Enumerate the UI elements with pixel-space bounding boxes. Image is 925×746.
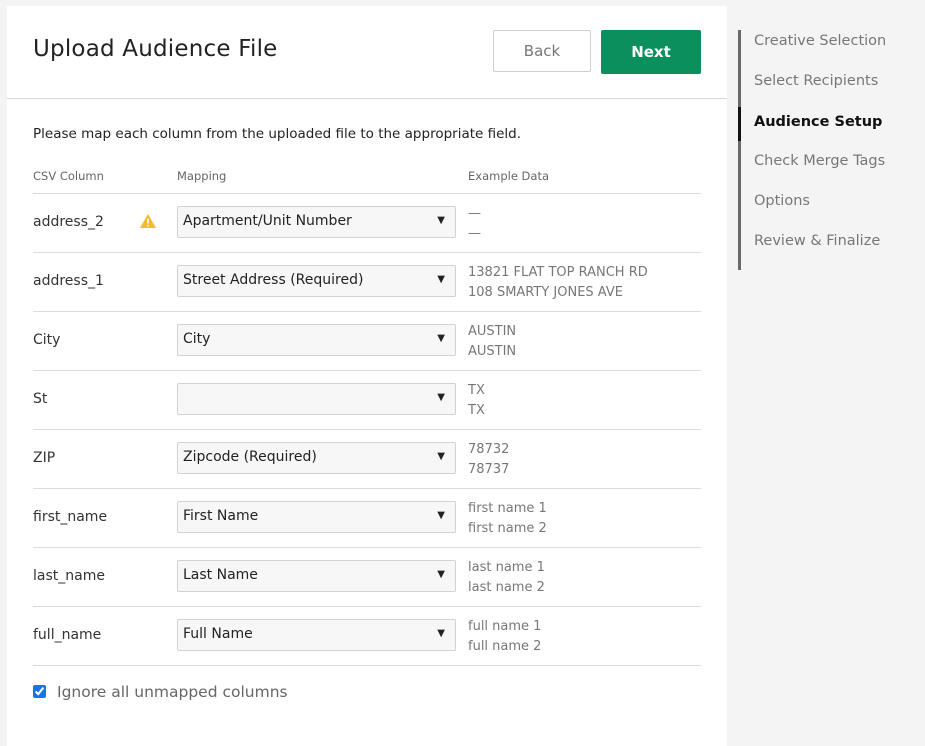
table-row: last_name Last Name ▼ last name 1 last n… (33, 548, 701, 607)
mapping-select[interactable]: Full Name ▼ (177, 619, 456, 651)
mapping-header: Mapping (177, 169, 227, 183)
example-value: full name 1 (468, 619, 542, 634)
mapping-select[interactable]: City ▼ (177, 324, 456, 356)
csv-column-header: CSV Column (33, 169, 104, 183)
example-value: TX (468, 383, 485, 398)
caret-down-icon: ▼ (437, 392, 445, 403)
mapping-select[interactable]: Street Address (Required) ▼ (177, 265, 456, 297)
table-row: address_2 Apartment/Unit Number ▼ — — (33, 194, 701, 253)
caret-down-icon: ▼ (437, 451, 445, 462)
example-value: full name 2 (468, 639, 542, 654)
mapping-select-value: City (183, 331, 211, 347)
caret-down-icon: ▼ (437, 510, 445, 521)
example-value: TX (468, 403, 485, 418)
example-value: AUSTIN (468, 324, 517, 339)
example-data: last name 1 last name 2 (468, 558, 545, 598)
csv-column-name: last_name (33, 568, 105, 584)
table-row: ZIP Zipcode (Required) ▼ 78732 78737 (33, 430, 701, 489)
ignore-unmapped-checkbox[interactable] (33, 685, 46, 698)
example-value: 78737 (468, 462, 510, 477)
caret-down-icon: ▼ (437, 274, 445, 285)
csv-column-name: full_name (33, 627, 102, 643)
next-button[interactable]: Next (601, 30, 701, 74)
csv-column-name: ZIP (33, 450, 56, 466)
example-data-header: Example Data (468, 169, 550, 183)
mapping-select[interactable]: ▼ (177, 383, 456, 415)
csv-column-name: address_2 (33, 214, 104, 230)
back-button[interactable]: Back (493, 30, 591, 72)
example-data: 78732 78737 (468, 440, 509, 480)
step-audience-setup[interactable]: Audience Setup (754, 114, 882, 130)
mapping-select-value: Full Name (183, 626, 253, 642)
active-step-marker (738, 107, 741, 141)
mapping-table: address_2 Apartment/Unit Number ▼ — — ad… (33, 193, 701, 666)
example-value: AUSTIN (468, 344, 517, 359)
table-row: first_name First Name ▼ first name 1 fir… (33, 489, 701, 548)
caret-down-icon: ▼ (437, 569, 445, 580)
caret-down-icon: ▼ (437, 628, 445, 639)
step-select-recipients[interactable]: Select Recipients (754, 73, 878, 89)
mapping-select[interactable]: First Name ▼ (177, 501, 456, 533)
example-value: last name 2 (468, 580, 545, 595)
upload-card: Upload Audience File Back Next Please ma… (7, 6, 727, 746)
example-value: first name 1 (468, 501, 547, 516)
example-data: AUSTIN AUSTIN (468, 322, 516, 362)
mapping-select[interactable]: Apartment/Unit Number ▼ (177, 206, 456, 238)
example-value: 108 SMARTY JONES AVE (468, 285, 623, 300)
card-header: Upload Audience File Back Next (7, 6, 727, 99)
example-value: — (468, 226, 481, 241)
ignore-unmapped-label: Ignore all unmapped columns (57, 683, 288, 701)
example-data: TX TX (468, 381, 485, 421)
example-value: — (468, 206, 481, 221)
mapping-select-value: Street Address (Required) (183, 272, 364, 288)
mapping-select[interactable]: Zipcode (Required) ▼ (177, 442, 456, 474)
example-value: first name 2 (468, 521, 547, 536)
table-row: address_1 Street Address (Required) ▼ 13… (33, 253, 701, 312)
instructions-text: Please map each column from the uploaded… (33, 126, 522, 142)
example-data: full name 1 full name 2 (468, 617, 541, 657)
mapping-select-value: Zipcode (Required) (183, 449, 317, 465)
page-title: Upload Audience File (33, 36, 278, 62)
caret-down-icon: ▼ (437, 215, 445, 226)
table-row: City City ▼ AUSTIN AUSTIN (33, 312, 701, 371)
step-nav: Creative Selection Select Recipients Aud… (738, 30, 921, 270)
mapping-select-value: First Name (183, 508, 259, 524)
csv-column-name: City (33, 332, 61, 348)
csv-column-name: address_1 (33, 273, 104, 289)
example-data: first name 1 first name 2 (468, 499, 547, 539)
mapping-select[interactable]: Last Name ▼ (177, 560, 456, 592)
step-options[interactable]: Options (754, 193, 810, 209)
caret-down-icon: ▼ (437, 333, 445, 344)
step-creative-selection[interactable]: Creative Selection (754, 33, 886, 49)
example-data: — — (468, 204, 481, 244)
table-row: full_name Full Name ▼ full name 1 full n… (33, 607, 701, 666)
example-value: 13821 FLAT TOP RANCH RD (468, 265, 648, 280)
mapping-select-value: Last Name (183, 567, 258, 583)
step-review-finalize[interactable]: Review & Finalize (754, 233, 880, 249)
csv-column-name: St (33, 391, 48, 407)
step-check-merge-tags[interactable]: Check Merge Tags (754, 153, 885, 169)
csv-column-name: first_name (33, 509, 108, 525)
warning-triangle-icon (140, 214, 156, 228)
example-value: 78732 (468, 442, 510, 457)
table-row: St ▼ TX TX (33, 371, 701, 430)
example-value: last name 1 (468, 560, 545, 575)
mapping-select-value: Apartment/Unit Number (183, 213, 352, 229)
example-data: 13821 FLAT TOP RANCH RD 108 SMARTY JONES… (468, 263, 648, 303)
